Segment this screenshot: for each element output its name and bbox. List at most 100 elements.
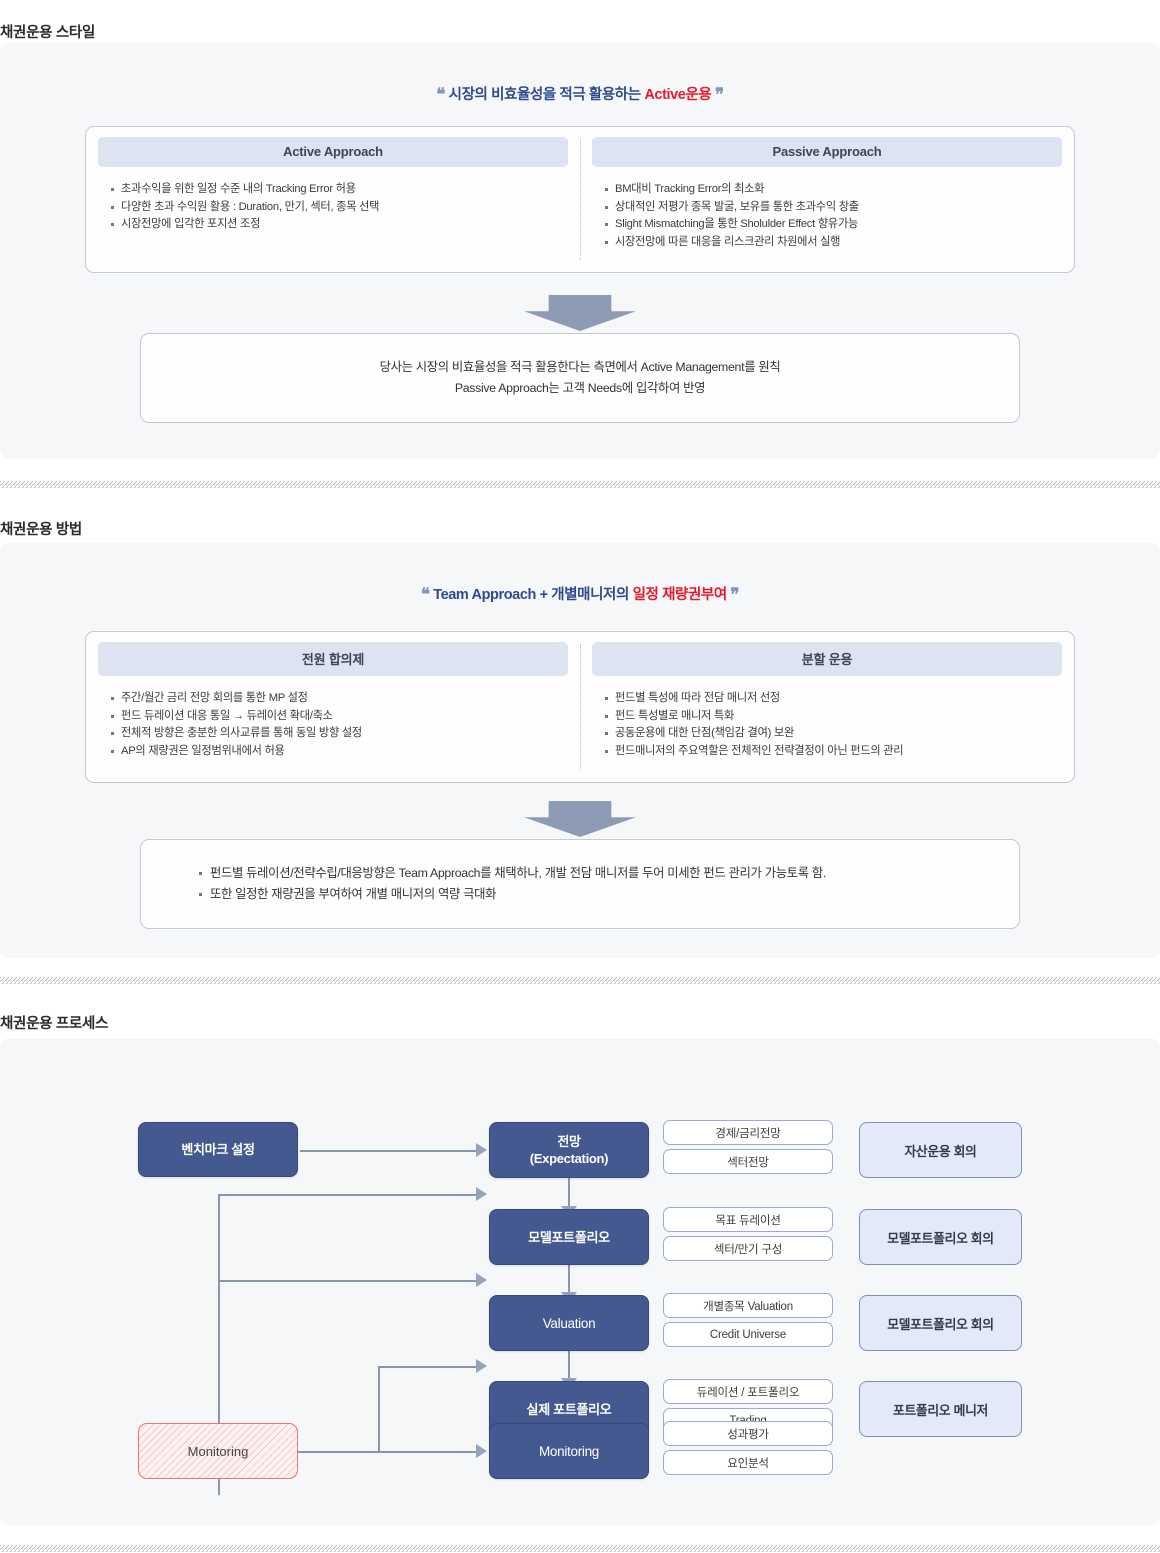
arrow-icon bbox=[476, 1444, 487, 1458]
list-item: 주간/월간 금리 전망 회의를 통한 MP 설정 bbox=[110, 690, 562, 708]
quote-text: 시장의 비효율성을 적극 활용하는 bbox=[448, 87, 645, 103]
quote-open-icon: ❝ bbox=[436, 85, 445, 104]
quote-bond-style: ❝ 시장의 비효율성을 적극 활용하는 Active운용 ❞ bbox=[0, 83, 1160, 105]
panel-passive-approach: Passive Approach BM대비 Tracking Error의 최소… bbox=[580, 127, 1074, 272]
panel-unanimous: 전원 합의제 주간/월간 금리 전망 회의를 통한 MP 설정 펀드 듀레이션 … bbox=[86, 632, 580, 782]
flow-box-label: Valuation bbox=[542, 1315, 596, 1331]
arrow-icon bbox=[476, 1359, 487, 1373]
detail-pill-label: Credit Universe bbox=[709, 1328, 787, 1341]
meeting-box-label: 모델포트폴리오 회의 bbox=[887, 1230, 994, 1246]
panel-items-split: 펀드별 특성에 따라 전담 매니저 선정 펀드 특성별로 매니저 특화 공동운용… bbox=[592, 676, 1062, 760]
connector-monitoring-branch bbox=[378, 1366, 380, 1452]
list-item: 펀드 듀레이션 대응 통일 → 듀레이션 확대/축소 bbox=[110, 708, 562, 726]
flow-box-label: 실제 포트폴리오 bbox=[526, 1401, 612, 1417]
process-flow-diagram: 벤치마크 설정 Monitoring 전망 (Expectation) 경제/금… bbox=[0, 1066, 1160, 1496]
flow-box-benchmark[interactable]: 벤치마크 설정 bbox=[138, 1122, 298, 1177]
panel-header-passive: Passive Approach bbox=[592, 137, 1062, 167]
meeting-box-label: 자산운용 회의 bbox=[904, 1143, 977, 1159]
quote-text: Team Approach + 개별매니저의 bbox=[433, 587, 633, 603]
list-item: 다양한 초과 수익원 활용 : Duration, 만기, 섹터, 종목 선택 bbox=[110, 199, 562, 217]
down-arrow-icon bbox=[524, 801, 636, 837]
flow-box-monitoring[interactable]: Monitoring bbox=[489, 1423, 649, 1479]
meeting-box-asset-management[interactable]: 자산운용 회의 bbox=[859, 1122, 1022, 1178]
detail-pill-label: 섹터/만기 구성 bbox=[713, 1243, 783, 1256]
connector-monitoring-to-valuation bbox=[218, 1280, 476, 1282]
detail-pill[interactable]: 섹터/만기 구성 bbox=[663, 1236, 833, 1261]
section-separator bbox=[0, 1545, 1160, 1552]
meeting-box-model-portfolio-1[interactable]: 모델포트폴리오 회의 bbox=[859, 1209, 1022, 1265]
meeting-box-label: 포트폴리오 메니저 bbox=[892, 1402, 989, 1418]
quote-open-icon: ❝ bbox=[420, 585, 430, 604]
detail-pill[interactable]: 섹터전망 bbox=[663, 1149, 833, 1174]
quote-close-icon: ❞ bbox=[714, 85, 724, 104]
conclusion-line: 당사는 시장의 비효율성을 적극 활용한다는 측면에서 Active Manag… bbox=[379, 360, 781, 374]
panel-header-active: Active Approach bbox=[98, 137, 568, 167]
list-item: 상대적인 저평가 종목 발굴, 보유를 통한 초과수익 창출 bbox=[604, 199, 1056, 217]
list-item: BM대비 Tracking Error의 최소화 bbox=[604, 181, 1056, 199]
connector-branch-to-portfolio bbox=[378, 1366, 476, 1368]
section-title-1: 채권운용 스타일 bbox=[0, 25, 96, 41]
list-item: 펀드 특성별로 매니저 특화 bbox=[604, 708, 1056, 726]
quote-highlight: 일정 재량권부여 bbox=[632, 587, 728, 603]
meeting-box-label: 모델포트폴리오 회의 bbox=[887, 1316, 994, 1332]
detail-pill[interactable]: 경제/금리전망 bbox=[663, 1120, 833, 1145]
connector-monitoring-to-model bbox=[218, 1194, 476, 1196]
meeting-box-model-portfolio-2[interactable]: 모델포트폴리오 회의 bbox=[859, 1295, 1022, 1351]
flow-box-label: Monitoring bbox=[538, 1443, 600, 1459]
panel-items-passive: BM대비 Tracking Error의 최소화 상대적인 저평가 종목 발굴,… bbox=[592, 167, 1062, 251]
connector-benchmark-to-expectation bbox=[300, 1150, 476, 1152]
panel-header-split: 분할 운용 bbox=[592, 642, 1062, 676]
down-arrow-icon bbox=[524, 295, 636, 331]
detail-pill-label: 성과평가 bbox=[727, 1428, 769, 1441]
arrow-icon bbox=[476, 1143, 487, 1157]
list-item: 전체적 방향은 충분한 의사교류를 통해 동일 방향 설정 bbox=[110, 725, 562, 743]
detail-pill[interactable]: 개별종목 Valuation bbox=[663, 1293, 833, 1318]
detail-pill-label: 경제/금리전망 bbox=[715, 1127, 781, 1140]
flow-box-expectation[interactable]: 전망 (Expectation) bbox=[489, 1122, 649, 1178]
panel-active-approach: Active Approach 초과수익을 위한 일정 수준 내의 Tracki… bbox=[86, 127, 580, 272]
panel-header-unanimous: 전원 합의제 bbox=[98, 642, 568, 676]
approach-panels: Active Approach 초과수익을 위한 일정 수준 내의 Tracki… bbox=[85, 126, 1075, 273]
list-item: 펀드매니저의 주요역할은 전체적인 전략결정이 아닌 펀드의 관리 bbox=[604, 743, 1056, 761]
connector-monitoring-out bbox=[298, 1451, 476, 1453]
detail-pill[interactable]: 듀레이션 / 포트폴리오 bbox=[663, 1379, 833, 1404]
list-item: 공동운용에 대한 단점(책임감 결여) 보완 bbox=[604, 725, 1056, 743]
method-panels: 전원 합의제 주간/월간 금리 전망 회의를 통한 MP 설정 펀드 듀레이션 … bbox=[85, 631, 1075, 783]
section-title-2: 채권운용 방법 bbox=[0, 522, 82, 538]
conclusion-bond-method: 펀드별 듀레이션/전략수립/대응방향은 Team Approach를 채택하나,… bbox=[140, 839, 1020, 929]
quote-close-icon: ❞ bbox=[730, 585, 740, 604]
conclusion-line: 또한 일정한 재량권을 부여하여 개별 매니저의 역량 극대화 bbox=[199, 884, 1019, 905]
card-bond-style: ❝ 시장의 비효율성을 적극 활용하는 Active운용 ❞ Active Ap… bbox=[0, 43, 1160, 459]
detail-pill[interactable]: 목표 듀레이션 bbox=[663, 1207, 833, 1232]
list-item: 시장전망에 입각한 포지션 조정 bbox=[110, 216, 562, 234]
list-item: AP의 재량권은 일정범위내에서 허용 bbox=[110, 743, 562, 761]
flow-box-model-portfolio[interactable]: 모델포트폴리오 bbox=[489, 1209, 649, 1265]
flow-box-valuation[interactable]: Valuation bbox=[489, 1295, 649, 1351]
flow-box-label: 벤치마크 설정 bbox=[181, 1142, 255, 1157]
section-title-3: 채권운용 프로세스 bbox=[0, 1016, 109, 1032]
detail-pill-label: 목표 듀레이션 bbox=[715, 1214, 781, 1227]
detail-pill-label: 요인분석 bbox=[727, 1457, 769, 1470]
flow-box-monitoring-source[interactable]: Monitoring bbox=[138, 1423, 298, 1479]
section-separator bbox=[0, 977, 1160, 984]
meeting-box-portfolio-manager[interactable]: 포트폴리오 메니저 bbox=[859, 1381, 1022, 1437]
detail-pill-label: 듀레이션 / 포트폴리오 bbox=[696, 1386, 800, 1399]
list-item: Slight Mismatching을 통한 Sholulder Effect … bbox=[604, 216, 1056, 234]
detail-pill[interactable]: Credit Universe bbox=[663, 1322, 833, 1347]
list-item: 펀드별 특성에 따라 전담 매니저 선정 bbox=[604, 690, 1056, 708]
conclusion-bond-style: 당사는 시장의 비효율성을 적극 활용한다는 측면에서 Active Manag… bbox=[140, 333, 1020, 423]
arrow-icon bbox=[476, 1187, 487, 1201]
detail-pill-label: 섹터전망 bbox=[727, 1156, 769, 1169]
detail-pill[interactable]: 성과평가 bbox=[663, 1421, 833, 1446]
quote-bond-method: ❝ Team Approach + 개별매니저의 일정 재량권부여 ❞ bbox=[0, 583, 1160, 605]
section-separator bbox=[0, 481, 1160, 488]
panel-split-management: 분할 운용 펀드별 특성에 따라 전담 매니저 선정 펀드 특성별로 매니저 특… bbox=[580, 632, 1074, 782]
conclusion-line: 펀드별 듀레이션/전략수립/대응방향은 Team Approach를 채택하나,… bbox=[199, 863, 1019, 884]
flow-box-label: 모델포트폴리오 bbox=[528, 1229, 610, 1245]
card-bond-method: ❝ Team Approach + 개별매니저의 일정 재량권부여 ❞ 전원 합… bbox=[0, 543, 1160, 958]
detail-pill-label: 개별종목 Valuation bbox=[703, 1300, 793, 1313]
list-item: 시장전망에 따른 대응을 리스크관리 차원에서 실행 bbox=[604, 234, 1056, 252]
detail-pill[interactable]: 요인분석 bbox=[663, 1450, 833, 1475]
panel-items-unanimous: 주간/월간 금리 전망 회의를 통한 MP 설정 펀드 듀레이션 대응 통일 →… bbox=[98, 676, 568, 760]
panel-items-active: 초과수익을 위한 일정 수준 내의 Tracking Error 허용 다양한 … bbox=[98, 167, 568, 234]
